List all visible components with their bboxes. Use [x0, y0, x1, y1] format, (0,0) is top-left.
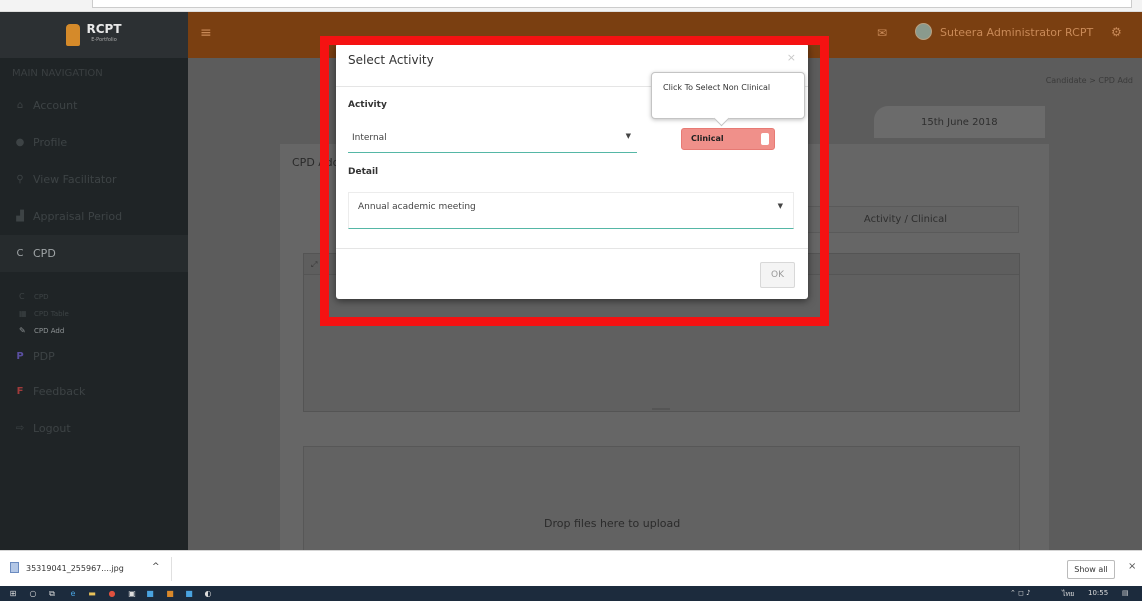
user-icon: ● [15, 137, 25, 148]
brand-name: RCPT [86, 22, 122, 36]
app-icon[interactable]: ■ [184, 589, 194, 598]
c-icon: C [19, 292, 25, 301]
nav-heading: MAIN NAVIGATION [12, 68, 103, 79]
image-file-icon [10, 562, 19, 573]
sidebar-item-label: CPD [33, 247, 56, 260]
ok-button[interactable]: OK [760, 262, 795, 288]
sidebar-item-appraisal-period[interactable]: ▟ Appraisal Period [0, 198, 188, 235]
caret-down-icon: ▼ [625, 132, 631, 140]
sidebar-item-feedback[interactable]: F Feedback [0, 373, 188, 410]
sidebar-item-view-facilitator[interactable]: ⚲ View Facilitator [0, 161, 188, 198]
sidebar-item-label: View Facilitator [33, 173, 117, 186]
sidebar-subitem-label: CPD Add [34, 326, 65, 335]
search-icon: ⚲ [16, 174, 24, 185]
sidebar-item-profile[interactable]: ● Profile [0, 124, 188, 161]
sidebar-subitem-label: CPD Table [34, 309, 69, 318]
breadcrumb-parent[interactable]: Candidate [1046, 76, 1087, 85]
sidebar-item-account[interactable]: ⌂ Account [0, 87, 188, 124]
browser-top-strip [0, 0, 1142, 12]
download-item[interactable]: 35319041_255967....jpg ^ [6, 557, 172, 581]
c-icon: C [16, 248, 24, 259]
folder-icon[interactable]: ▬ [87, 589, 97, 598]
file-dropzone[interactable]: Drop files here to upload [303, 446, 1020, 556]
detail-select[interactable]: Annual academic meeting ▼ [348, 192, 794, 229]
sidebar-item-label: PDP [33, 349, 55, 363]
brand-logo-icon [66, 24, 81, 46]
sidebar-subitem-cpd-table[interactable]: ▦ CPD Table [0, 305, 188, 322]
sidebar-item-label: Feedback [33, 385, 86, 398]
user-name[interactable]: Suteera Administrator RCPT [940, 26, 1093, 39]
toggle-label: Clinical [691, 134, 724, 143]
toggle-tooltip: Click To Select Non Clinical [651, 72, 805, 119]
activity-select[interactable]: Internal ▼ [348, 128, 637, 153]
home-icon: ⌂ [16, 100, 24, 111]
tab-activity-clinical[interactable]: Activity / Clinical [792, 206, 1019, 233]
windows-start-icon[interactable]: ⊞ [8, 589, 18, 598]
f-icon: F [16, 386, 24, 397]
logout-icon: ⇨ [15, 423, 25, 434]
language-indicator[interactable]: ไทย [1062, 589, 1074, 600]
chrome-icon[interactable]: ● [107, 589, 117, 598]
brand[interactable]: RCPT E-Portfolio [0, 12, 188, 58]
breadcrumb-current: CPD Add [1098, 76, 1133, 85]
chevron-up-icon[interactable]: ^ [152, 562, 160, 572]
sidebar-item-cpd[interactable]: C CPD [0, 235, 188, 272]
brand-sub: E-Portfolio [91, 37, 117, 43]
gears-icon[interactable]: ⚙ [1111, 25, 1122, 39]
avatar[interactable] [915, 23, 932, 40]
app-icon[interactable]: ◐ [203, 589, 213, 598]
activity-value: Internal [352, 133, 387, 143]
resize-handle[interactable] [652, 408, 670, 410]
sidebar: RCPT E-Portfolio MAIN NAVIGATION ⌂ Account… [0, 12, 188, 550]
app-icon[interactable]: ■ [145, 589, 155, 598]
breadcrumb: Candidate > CPD Add [1046, 76, 1133, 85]
sidebar-item-logout[interactable]: ⇨ Logout [0, 410, 188, 447]
sidebar-item-label: Account [33, 99, 78, 112]
chart-icon: ▟ [16, 211, 24, 222]
hamburger-icon[interactable]: ≡ [200, 25, 212, 41]
task-view-icon[interactable]: ⧉ [47, 589, 57, 598]
modal-title: Select Activity [348, 53, 434, 67]
detail-value: Annual academic meeting [358, 202, 476, 212]
tray-icons[interactable]: ⌃ ◻ ♪ [1010, 589, 1031, 597]
panel-title: CPD Add [292, 156, 340, 169]
close-icon[interactable]: × [1128, 561, 1136, 572]
breadcrumb-separator: > [1089, 76, 1096, 85]
download-file-name: 35319041_255967....jpg [26, 564, 124, 573]
store-icon[interactable]: ▣ [127, 589, 137, 598]
dropzone-text: Drop files here to upload [544, 517, 681, 530]
p-icon: P [16, 350, 24, 362]
toggle-knob [761, 133, 769, 145]
notification-icon[interactable]: ▤ [1122, 589, 1129, 597]
sidebar-item-label: Profile [33, 136, 68, 149]
expand-icon[interactable]: ⤢ [311, 260, 317, 270]
edge-icon[interactable]: e [68, 589, 78, 598]
sidebar-item-label: Appraisal Period [33, 210, 123, 223]
sidebar-item-label: Logout [33, 422, 71, 435]
table-icon: ▦ [19, 309, 27, 318]
address-bar[interactable] [92, 0, 1132, 8]
caret-down-icon: ▼ [777, 202, 783, 210]
pencil-icon: ✎ [19, 326, 26, 335]
sidebar-subitem-cpd[interactable]: C CPD [0, 288, 188, 305]
mail-icon[interactable]: ✉ [877, 26, 887, 40]
activity-label: Activity [348, 100, 387, 110]
windows-taskbar: ⊞ ○ ⧉ e ▬ ● ▣ ■ ■ ■ ◐ ⌃ ◻ ♪ ไทย 10:55 ▤ [0, 586, 1142, 601]
sidebar-item-pdp[interactable]: P PDP [0, 339, 188, 373]
detail-label: Detail [348, 167, 379, 177]
date-text: 15th June 2018 [921, 117, 998, 128]
show-all-button[interactable]: Show all [1067, 560, 1115, 579]
date-card: 15th June 2018 [874, 106, 1045, 138]
clinical-toggle[interactable]: Clinical [681, 128, 775, 150]
modal-footer: OK [336, 248, 808, 299]
sidebar-subitem-cpd-add[interactable]: ✎ CPD Add [0, 322, 188, 339]
clock[interactable]: 10:55 [1088, 589, 1108, 597]
sidebar-subitem-label: CPD [34, 292, 49, 301]
close-icon[interactable]: × [787, 51, 796, 64]
download-bar: 35319041_255967....jpg ^ Show all × [0, 550, 1142, 586]
search-icon[interactable]: ○ [28, 589, 38, 598]
app-icon[interactable]: ■ [165, 589, 175, 598]
